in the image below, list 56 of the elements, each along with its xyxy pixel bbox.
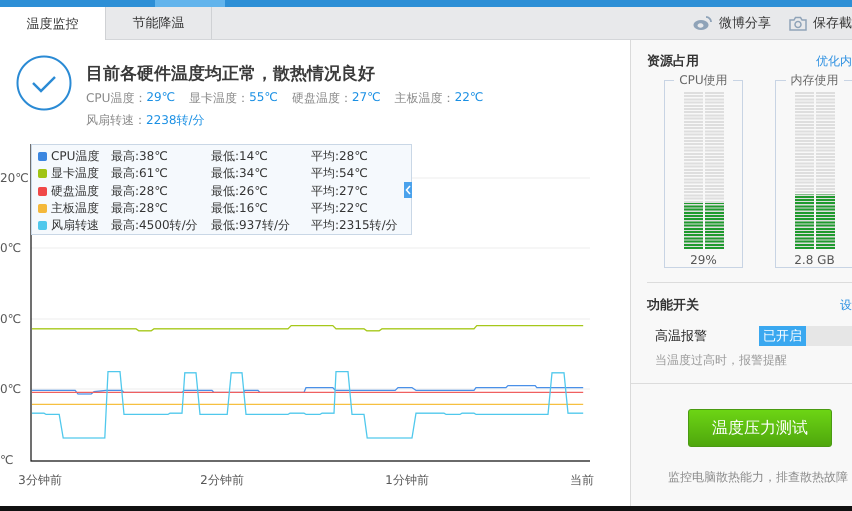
- legend-stat: 最高:38℃: [111, 148, 169, 166]
- share-link[interactable]: 保存截: [813, 14, 852, 32]
- legend-stat: 平均:28℃: [311, 148, 368, 166]
- section-title: 功能开关: [647, 296, 699, 314]
- meter-reading: 29%: [690, 253, 717, 267]
- legend-stat: 平均:22℃: [311, 200, 368, 217]
- legend-name: 主板温度: [51, 200, 100, 217]
- meter-label: CPU使用: [674, 73, 733, 87]
- legend-stat: 最高:28℃: [111, 182, 169, 200]
- axis-label: 3分钟前: [18, 473, 62, 487]
- legend-name: 硬盘温度: [51, 182, 100, 200]
- axis-label: 2分钟前: [200, 473, 244, 487]
- check-circle-icon: [16, 55, 72, 111]
- legend-stat: 平均:27℃: [311, 182, 368, 200]
- weibo-icon[interactable]: [693, 15, 713, 31]
- reading-value: 55℃: [249, 90, 278, 106]
- reading-label: 风扇转速：: [86, 112, 146, 129]
- legend-name: 风扇转速: [51, 216, 100, 234]
- switch-label: 高温报警: [655, 328, 708, 345]
- legend-stat: 最高:61℃: [111, 165, 169, 182]
- axis-label: 0℃: [0, 241, 22, 255]
- camera-icon[interactable]: [789, 16, 807, 30]
- axis-label: 0℃: [0, 382, 22, 396]
- legend-stat: 最低:937转/分: [211, 216, 291, 234]
- axis-label: 0℃: [0, 312, 22, 326]
- section-title: 资源占用: [647, 53, 699, 70]
- legend-stat: 最低:34℃: [211, 165, 269, 182]
- caption: 监控电脑散热能力，排查散热故障: [668, 469, 849, 486]
- axis-label: 20℃: [0, 171, 29, 185]
- meter-reading: 2.8 GB: [794, 253, 835, 267]
- reading-value: 29℃: [146, 90, 176, 106]
- reading-label: 硬盘温度：: [292, 90, 352, 107]
- reading-value: 27℃: [352, 90, 381, 106]
- axis-label: 1分钟前: [385, 473, 429, 487]
- legend-stat: 最低:16℃: [211, 200, 269, 217]
- axis-label: ℃: [0, 453, 14, 467]
- legend-stat: 最低:14℃: [211, 148, 269, 166]
- meter-label: 内存使用: [786, 73, 844, 87]
- legend-stat: 平均:54℃: [311, 165, 368, 182]
- legend-stat: 最高:28℃: [111, 200, 169, 217]
- axis-label: 当前: [570, 473, 594, 487]
- legend-name: 显卡温度: [51, 165, 100, 182]
- reading-label: CPU温度：: [86, 90, 146, 107]
- legend-stat: 最低:26℃: [211, 182, 269, 200]
- switch-hint: 当温度过高时，报警提醒: [655, 352, 788, 369]
- legend-name: CPU温度: [51, 148, 100, 166]
- legend-stat: 平均:2315转/分: [311, 216, 398, 234]
- tab[interactable]: 节能降温: [106, 7, 212, 39]
- reading-value: 22℃: [454, 90, 484, 106]
- reading-label: 显卡温度：: [189, 90, 250, 107]
- status-title: 目前各硬件温度均正常，散热情况良好: [86, 63, 376, 85]
- legend-stat: 最高:4500转/分: [111, 216, 199, 234]
- tab[interactable]: 温度监控: [0, 7, 106, 40]
- share-link[interactable]: 微博分享: [719, 14, 771, 32]
- reading-label: 主板温度：: [394, 90, 455, 107]
- reading-value: 2238转/分: [146, 112, 205, 129]
